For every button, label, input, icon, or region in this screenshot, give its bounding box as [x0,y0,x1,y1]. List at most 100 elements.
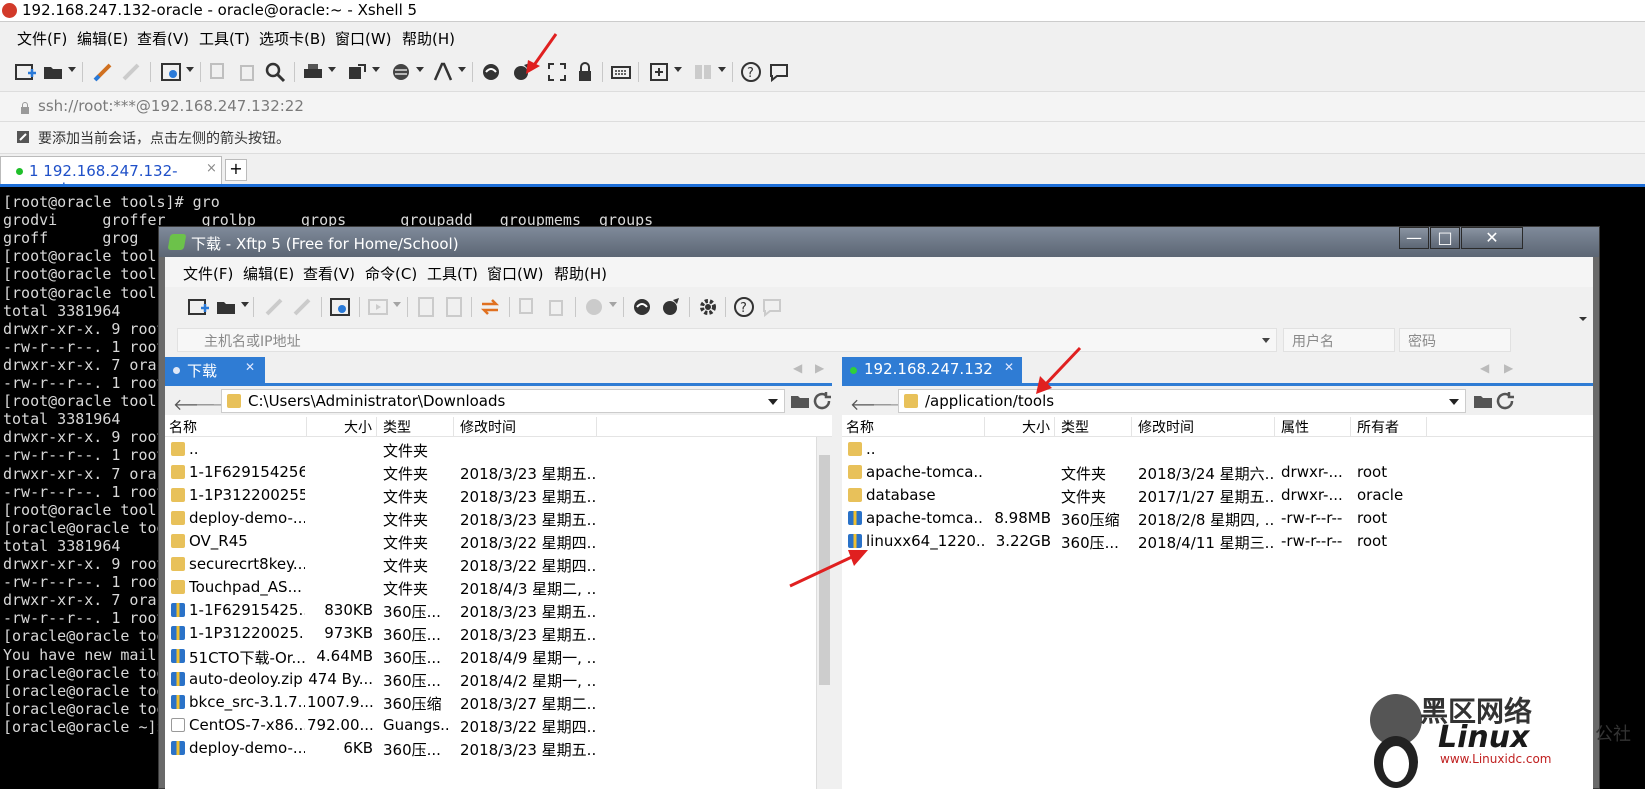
font-icon[interactable] [432,61,454,83]
copy-icon[interactable] [208,61,230,83]
transfer-icon[interactable] [346,61,368,83]
local-tab[interactable]: 下载 ✕ [165,357,265,383]
add-tab-dropdown-icon[interactable] [674,67,682,72]
local-col-size[interactable]: 大小 [307,417,377,437]
local-file-row[interactable]: 51CTO下载-Or... 4.64MB 360压... 2018/4/9 星期一, … [165,645,832,668]
open-folder-icon[interactable] [42,61,64,83]
xftp-open-dropdown-icon[interactable] [241,302,249,307]
host-dropdown-icon[interactable] [1262,338,1270,343]
remote-path-dropdown-icon[interactable] [1449,399,1459,405]
xftp-new-session-icon[interactable] [187,296,209,318]
remote-file-row[interactable]: apache-tomca... 8.98MB 360压缩 2018/2/8 星期四, … [842,507,1593,530]
fullscreen-icon[interactable] [546,61,568,83]
local-file-row[interactable]: CentOS-7-x86... 792.00... Guangs... 2018/3/… [165,714,832,737]
maximize-button[interactable]: □ [1430,227,1460,249]
remote-col-type[interactable]: 类型 [1055,417,1132,437]
minimize-button[interactable]: — [1399,227,1429,249]
remote-col-attr[interactable]: 属性 [1275,417,1351,437]
local-parent-folder-icon[interactable] [789,390,809,408]
menu-help[interactable]: 帮助(H) [402,28,455,49]
menu-window[interactable]: 窗口(W) [335,28,392,49]
local-file-row[interactable]: deploy-demo-... 6KB 360压... 2018/3/23 星期五..… [165,737,832,760]
layout-dropdown-icon[interactable] [718,67,726,72]
remote-tab-next-icon[interactable]: ▶ [1504,361,1513,375]
menu-edit[interactable]: 编辑(E) [77,28,128,49]
host-input[interactable]: 主机名或IP地址 [177,328,1277,352]
xftp-menu-help[interactable]: 帮助(H) [554,263,607,284]
local-scroll-thumb[interactable] [819,455,830,685]
local-col-type[interactable]: 类型 [377,417,454,437]
lock-icon[interactable] [574,61,596,83]
remote-file-row[interactable]: .. [842,438,1593,461]
menu-tools[interactable]: 工具(T) [199,28,250,49]
help-icon[interactable]: ? [740,61,762,83]
xftp-chat-icon[interactable] [761,296,783,318]
local-file-row[interactable]: 1-1F62915425... 830KB 360压... 2018/3/23 星期五… [165,599,832,622]
menu-view[interactable]: 查看(V) [137,28,189,49]
remote-col-name[interactable]: 名称 [842,417,985,437]
keyboard-icon[interactable] [610,61,632,83]
session-arrow-icon[interactable] [16,130,30,144]
local-scrollbar[interactable] [816,437,832,789]
globe-dropdown-icon[interactable] [416,67,424,72]
menu-file[interactable]: 文件(F) [17,28,67,49]
remote-path-input[interactable]: /application/tools [898,389,1466,413]
local-file-row[interactable]: .. 文件夹 [165,438,832,461]
xftp-download-icon[interactable] [443,296,465,318]
layout-icon[interactable] [692,61,714,83]
remote-tab-prev-icon[interactable]: ◀ [1480,361,1489,375]
xshell-logo-tool-icon[interactable] [480,61,502,83]
xftp-connect-icon[interactable] [263,296,285,318]
remote-file-row[interactable]: apache-tomca... 文件夹 2018/3/24 星期六... drwxr-… [842,461,1593,484]
xftp-menu-tools[interactable]: 工具(T) [427,263,478,284]
session-tab[interactable]: 1 192.168.247.132-oracle × [0,156,222,198]
globe-icon[interactable] [390,61,412,83]
close-tab-icon[interactable]: × [206,161,217,176]
xftp-menu-window[interactable]: 窗口(W) [487,263,544,284]
xftp-play-icon[interactable] [367,296,389,318]
xftp-help-icon[interactable]: ? [733,296,755,318]
disconnect-icon[interactable] [120,61,142,83]
xftp-xshell-icon[interactable] [631,296,653,318]
xftp-upload-icon[interactable] [415,296,437,318]
remote-col-size[interactable]: 大小 [985,417,1055,437]
password-input[interactable]: 密码 [1399,328,1511,352]
local-col-name[interactable]: 名称 [165,417,307,437]
local-file-row[interactable]: 1-1P31220025... 973KB 360压... 2018/3/23 星期五… [165,622,832,645]
local-file-row[interactable]: 1-1P312200255 文件夹 2018/3/23 星期五... [165,484,832,507]
local-path-dropdown-icon[interactable] [768,399,778,405]
print-icon[interactable] [302,61,324,83]
remote-file-row[interactable]: linuxx64_1220... 3.22GB 360压... 2018/4/11 星… [842,530,1593,553]
local-file-row[interactable]: securecrt8key... 文件夹 2018/3/22 星期四... [165,553,832,576]
local-col-mtime[interactable]: 修改时间 [454,417,597,437]
add-tab-icon[interactable] [648,61,670,83]
print-dropdown-icon[interactable] [328,67,336,72]
properties-dropdown-icon[interactable] [186,67,194,72]
close-window-button[interactable]: ✕ [1461,227,1523,249]
new-session-icon[interactable] [14,61,36,83]
xftp-options-gear-icon[interactable] [697,296,719,318]
remote-parent-folder-icon[interactable] [1472,390,1492,408]
xftp-menu-view[interactable]: 查看(V) [303,263,355,284]
xftp-menu-file[interactable]: 文件(F) [183,263,233,284]
xftp-copy-icon[interactable] [517,296,539,318]
remote-tab-close-icon[interactable]: ✕ [1004,360,1014,374]
local-file-row[interactable]: bkce_src-3.1.7.... 1007.9... 360压缩 2018/3/2… [165,691,832,714]
xftp-globe-icon[interactable] [583,296,605,318]
pane-splitter[interactable] [832,355,842,789]
remote-file-row[interactable]: database 文件夹 2017/1/27 星期五... drwxr-... orac… [842,484,1593,507]
xftp-sync-icon[interactable] [479,296,501,318]
remote-tab[interactable]: 192.168.247.132 ✕ [842,357,1022,383]
local-path-input[interactable]: C:\Users\Administrator\Downloads [221,389,785,413]
xftp-play-dropdown-icon[interactable] [393,302,401,307]
xftp-globe-dropdown-icon[interactable] [609,302,617,307]
local-file-row[interactable]: auto-deoloy.zip 474 By... 360压... 2018/4/2 … [165,668,832,691]
menu-tabs[interactable]: 选项卡(B) [259,28,326,49]
remote-col-mtime[interactable]: 修改时间 [1132,417,1275,437]
username-input[interactable]: 用户名 [1283,328,1395,352]
properties-icon[interactable] [160,61,182,83]
xftp-menu-command[interactable]: 命令(C) [365,263,417,284]
address-bar[interactable]: ssh://root:***@192.168.247.132:22 [0,92,1645,122]
xftp-launch-icon[interactable] [510,61,532,83]
add-tab-button[interactable]: + [225,159,247,181]
